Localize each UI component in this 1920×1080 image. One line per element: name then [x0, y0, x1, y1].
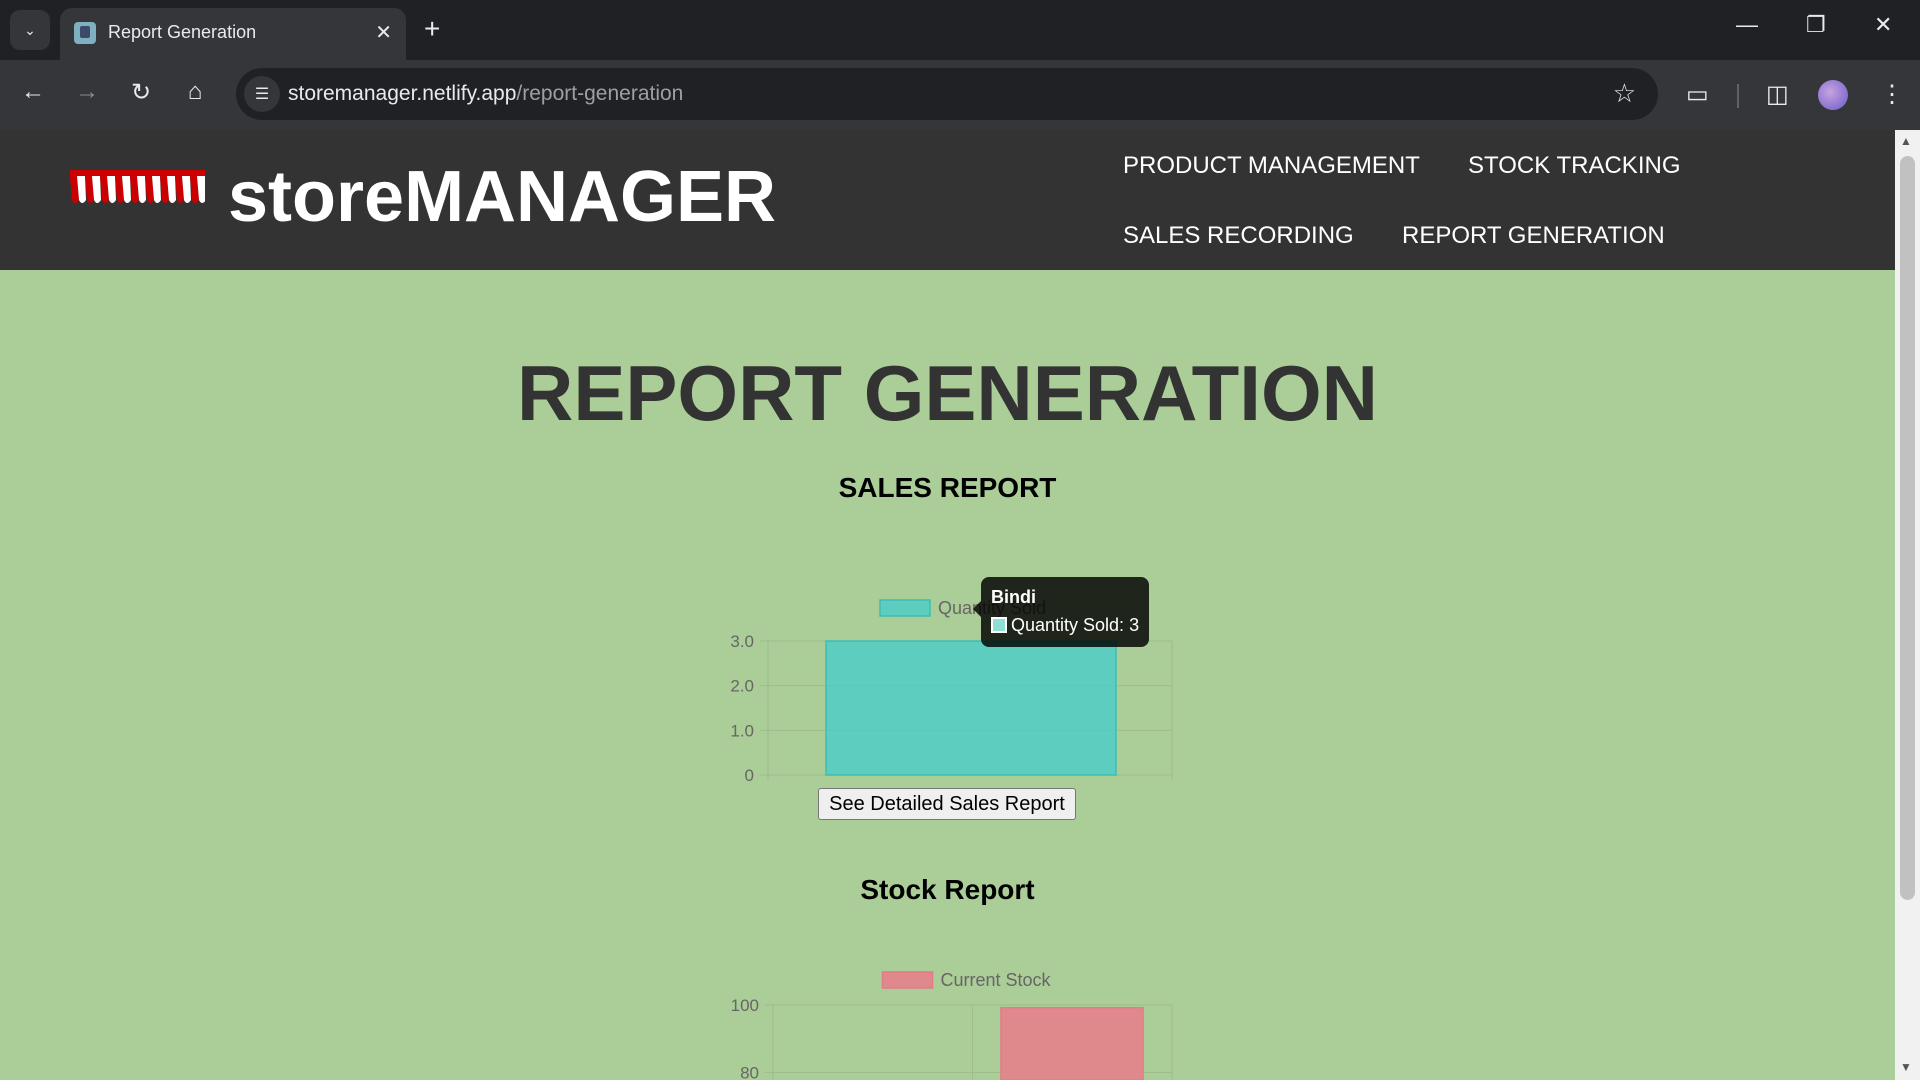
page-title: REPORT GENERATION	[517, 349, 1378, 437]
tooltip-caret	[973, 601, 981, 617]
menu-kebab-icon[interactable]: ⋮	[1880, 80, 1904, 109]
browser-toolbar: ← → ↻ ⌂ ☰ storemanager.netlify.app/repor…	[0, 60, 1920, 130]
url-text[interactable]: storemanager.netlify.app/report-generati…	[288, 82, 683, 106]
page-scrollbar[interactable]: ▲ ▼	[1895, 130, 1920, 1080]
window-close-icon[interactable]: ✕	[1874, 12, 1892, 38]
browser-tabstrip: ⌄ Report Generation ✕ + — ❐ ✕	[0, 0, 1920, 60]
legend-swatch	[881, 971, 934, 989]
page-viewport: storeMANAGER PRODUCT MANAGEMENT STOCK TR…	[0, 130, 1895, 1080]
browser-tab[interactable]: Report Generation ✕	[60, 8, 406, 60]
bar-item-1	[1000, 1006, 1144, 1080]
brand-name[interactable]: storeMANAGER	[228, 156, 776, 238]
legend-label: Current Stock	[941, 970, 1052, 990]
chart-tooltip: Bindi Quantity Sold: 3	[973, 577, 1149, 647]
back-arrow-icon[interactable]: ←	[16, 78, 50, 106]
minimize-icon[interactable]: —	[1736, 12, 1758, 38]
sales-report-heading: SALES REPORT	[838, 472, 1057, 503]
legend-swatch	[879, 599, 931, 617]
profile-avatar[interactable]	[1818, 80, 1848, 110]
restore-icon[interactable]: ❐	[1806, 12, 1826, 38]
y-tick-label: 2.0	[730, 677, 754, 696]
tab-search-chevron-icon[interactable]: ⌄	[10, 10, 50, 50]
site-settings-icon[interactable]: ☰	[244, 76, 280, 112]
forward-arrow-icon[interactable]: →	[70, 78, 104, 106]
stock-report-heading: Stock Report	[860, 874, 1035, 905]
tab-title: Report Generation	[108, 22, 257, 42]
stock-bar-chart[interactable]: Current Stock 100 80	[700, 970, 1200, 1080]
y-tick-label: 0	[745, 766, 754, 785]
nav-report-generation[interactable]: REPORT GENERATION	[1402, 222, 1665, 250]
y-tick-label: 1.0	[730, 721, 754, 740]
nav-product-management[interactable]: PRODUCT MANAGEMENT	[1123, 152, 1420, 180]
url-host: storemanager.netlify.app	[288, 82, 517, 105]
nav-sales-recording[interactable]: SALES RECORDING	[1123, 222, 1354, 250]
side-panel-icon[interactable]: ◫	[1766, 80, 1789, 109]
address-bar[interactable]: ☰ storemanager.netlify.app/report-genera…	[236, 68, 1658, 120]
home-icon[interactable]: ⌂	[178, 78, 212, 106]
site-header: storeMANAGER PRODUCT MANAGEMENT STOCK TR…	[0, 130, 1895, 270]
see-detailed-sales-report-button[interactable]: See Detailed Sales Report	[818, 788, 1076, 820]
reload-icon[interactable]: ↻	[124, 78, 158, 107]
store-awning-logo	[70, 170, 205, 203]
y-tick-label: 100	[731, 996, 759, 1015]
tab-close-icon[interactable]: ✕	[375, 20, 392, 45]
scroll-up-arrow-icon[interactable]: ▲	[1900, 134, 1912, 148]
y-tick-label: 80	[740, 1064, 759, 1080]
tooltip-body: Quantity Sold: 3	[1011, 615, 1140, 635]
bar-bindi	[825, 640, 1117, 776]
tab-favicon-icon	[74, 22, 96, 44]
url-path: /report-generation	[516, 82, 684, 105]
new-tab-plus-icon[interactable]: +	[424, 12, 440, 46]
bookmark-star-icon[interactable]: ☆	[1613, 78, 1636, 109]
scrollbar-thumb[interactable]	[1900, 156, 1915, 900]
tooltip-swatch	[991, 617, 1007, 633]
nav-stock-tracking[interactable]: STOCK TRACKING	[1468, 152, 1680, 180]
scroll-down-arrow-icon[interactable]: ▼	[1900, 1060, 1912, 1074]
extensions-puzzle-icon[interactable]: ▭	[1686, 80, 1709, 109]
tooltip-title: Bindi	[991, 587, 1036, 607]
y-tick-label: 3.0	[730, 632, 754, 651]
toolbar-divider	[1737, 84, 1739, 108]
